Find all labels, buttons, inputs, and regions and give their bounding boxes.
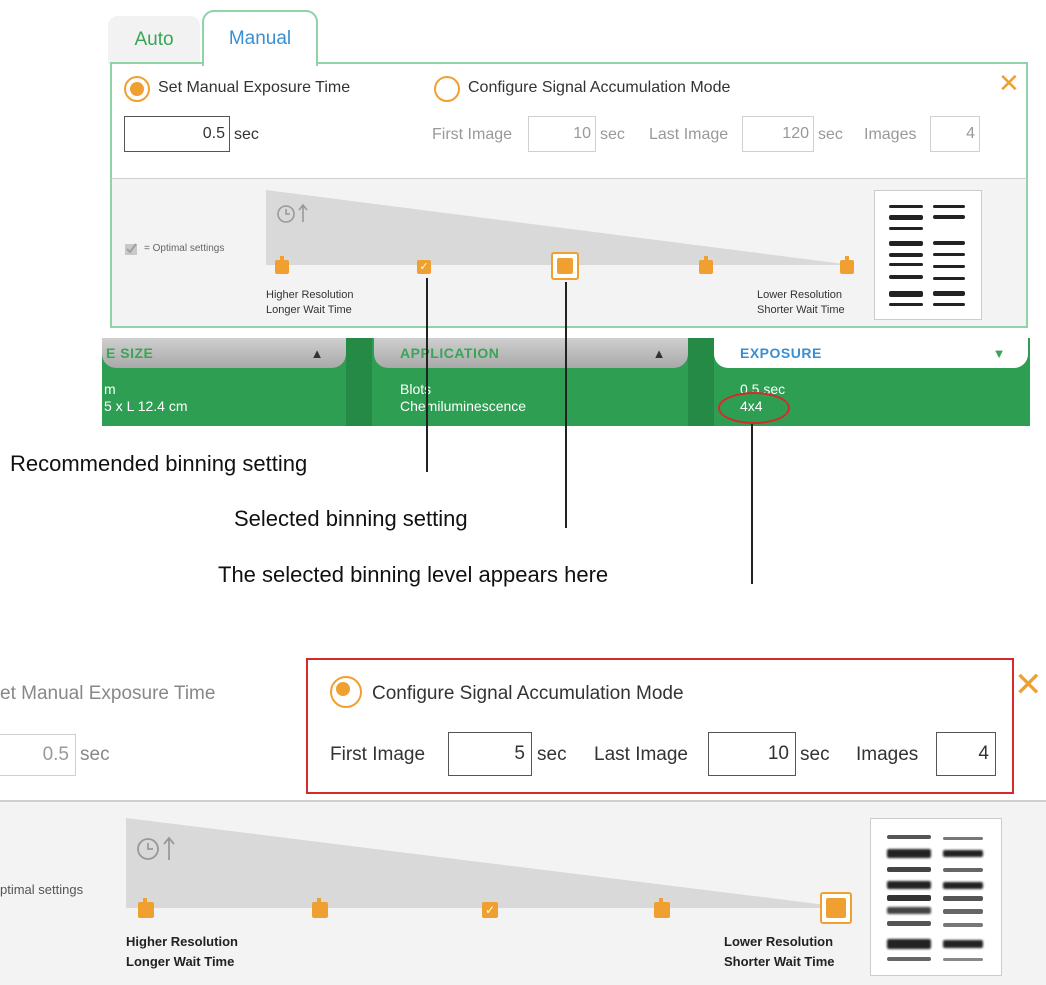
zoom-clock-up-icon xyxy=(136,832,186,866)
first-image-input[interactable]: 10 xyxy=(528,116,596,152)
zoom-set-manual-label: et Manual Exposure Time xyxy=(0,683,216,704)
last-image-unit: sec xyxy=(818,126,843,143)
zoom-binning-stop-1[interactable] xyxy=(138,898,154,918)
zoom-last-image-input[interactable]: 10 xyxy=(708,732,796,776)
last-image-label: Last Image xyxy=(649,126,729,143)
callout-level-here: The selected binning level appears here xyxy=(218,562,609,587)
zoom-higher-resolution-label: Higher Resolution xyxy=(126,934,238,949)
zoom-binning-stop-5-selected[interactable] xyxy=(820,892,852,924)
zoom-binning-stop-4[interactable] xyxy=(654,898,670,918)
longer-wait-label: Longer Wait Time xyxy=(266,304,352,316)
exposure-unit-label: sec xyxy=(234,126,259,143)
zoom-longer-wait-label: Longer Wait Time xyxy=(126,954,235,969)
binning-stop-1[interactable] xyxy=(275,256,289,274)
zoom-exposure-input[interactable]: 0.5 xyxy=(0,734,76,776)
binning-stop-5[interactable] xyxy=(840,256,854,274)
callout-line-selected xyxy=(565,282,567,528)
zoom-blot-preview xyxy=(870,818,1002,976)
set-manual-label: Set Manual Exposure Time xyxy=(158,79,351,96)
blot-preview xyxy=(874,190,982,320)
zoom-wait-time-wedge xyxy=(126,818,850,908)
size-section-title: E SIZE xyxy=(106,345,154,361)
chevron-up-icon[interactable]: ▲ xyxy=(653,346,666,361)
zoom-first-image-unit: sec xyxy=(537,744,567,765)
zoom-optimal-settings-legend: ptimal settings xyxy=(0,882,84,897)
tab-auto[interactable]: Auto xyxy=(108,16,200,64)
last-image-input[interactable]: 120 xyxy=(742,116,814,152)
zoom-last-image-unit: sec xyxy=(800,744,830,765)
callout-recommended: Recommended binning setting xyxy=(10,451,308,476)
size-section-tab[interactable]: E SIZE ▲ xyxy=(102,338,346,368)
zoom-first-image-input[interactable]: 5 xyxy=(448,732,532,776)
callout-line-level xyxy=(751,424,753,584)
chevron-down-icon[interactable]: ▼ xyxy=(993,346,1006,361)
zoom-exposure-unit: sec xyxy=(80,744,110,765)
binning-highlight-circle xyxy=(718,392,790,424)
first-image-unit: sec xyxy=(600,126,625,143)
exposure-section-tab[interactable]: EXPOSURE ▼ xyxy=(714,338,1028,368)
application-line-2: Chemiluminescence xyxy=(400,398,527,414)
zoom-shorter-wait-label: Shorter Wait Time xyxy=(724,954,835,969)
images-input[interactable]: 4 xyxy=(930,116,980,152)
lower-resolution-label: Lower Resolution xyxy=(757,289,842,301)
binning-stop-4[interactable] xyxy=(699,256,713,274)
chevron-up-icon[interactable]: ▲ xyxy=(311,346,324,361)
application-section-tab[interactable]: APPLICATION ▲ xyxy=(374,338,688,368)
set-manual-radio[interactable] xyxy=(124,76,150,102)
zoom-binning-stop-2[interactable] xyxy=(312,898,328,918)
size-line-2: 5 x L 12.4 cm xyxy=(104,398,188,414)
accumulation-highlight-box xyxy=(306,658,1014,794)
exposure-section-title: EXPOSURE xyxy=(740,345,822,361)
images-label: Images xyxy=(864,126,917,143)
shorter-wait-label: Shorter Wait Time xyxy=(757,304,845,316)
callout-line-recommended xyxy=(426,278,428,472)
clock-up-icon xyxy=(276,200,316,228)
zoom-configure-accumulation-radio[interactable] xyxy=(330,676,362,708)
application-section-title: APPLICATION xyxy=(400,345,500,361)
zoom-last-image-label: Last Image xyxy=(594,744,688,765)
optimal-settings-legend: = Optimal settings xyxy=(144,243,225,254)
close-icon[interactable]: ✕ xyxy=(998,70,1020,96)
zoom-close-icon[interactable]: ✕ xyxy=(1014,668,1043,702)
zoom-configure-accumulation-label: Configure Signal Accumulation Mode xyxy=(372,683,684,704)
zoom-lower-resolution-label: Lower Resolution xyxy=(724,934,834,949)
first-image-label: First Image xyxy=(432,126,513,143)
size-line-1: m xyxy=(104,381,116,397)
zoom-images-input[interactable]: 4 xyxy=(936,732,996,776)
callout-selected: Selected binning setting xyxy=(234,506,468,531)
binning-stop-3-selected[interactable] xyxy=(551,252,579,280)
summary-separator xyxy=(688,338,714,426)
summary-separator xyxy=(346,338,372,426)
check-icon xyxy=(124,240,138,256)
configure-accumulation-radio[interactable] xyxy=(434,76,460,102)
zoom-first-image-label: First Image xyxy=(330,744,426,765)
tab-manual[interactable]: Manual xyxy=(202,10,318,66)
higher-resolution-label: Higher Resolution xyxy=(266,289,354,301)
exposure-time-input[interactable]: 0.5 xyxy=(124,116,230,152)
configure-accumulation-label: Configure Signal Accumulation Mode xyxy=(468,79,731,96)
zoom-binning-stop-3-recommended[interactable]: ✓ xyxy=(482,902,498,918)
zoom-images-label: Images xyxy=(856,744,919,765)
binning-stop-2-recommended[interactable]: ✓ xyxy=(417,260,431,274)
